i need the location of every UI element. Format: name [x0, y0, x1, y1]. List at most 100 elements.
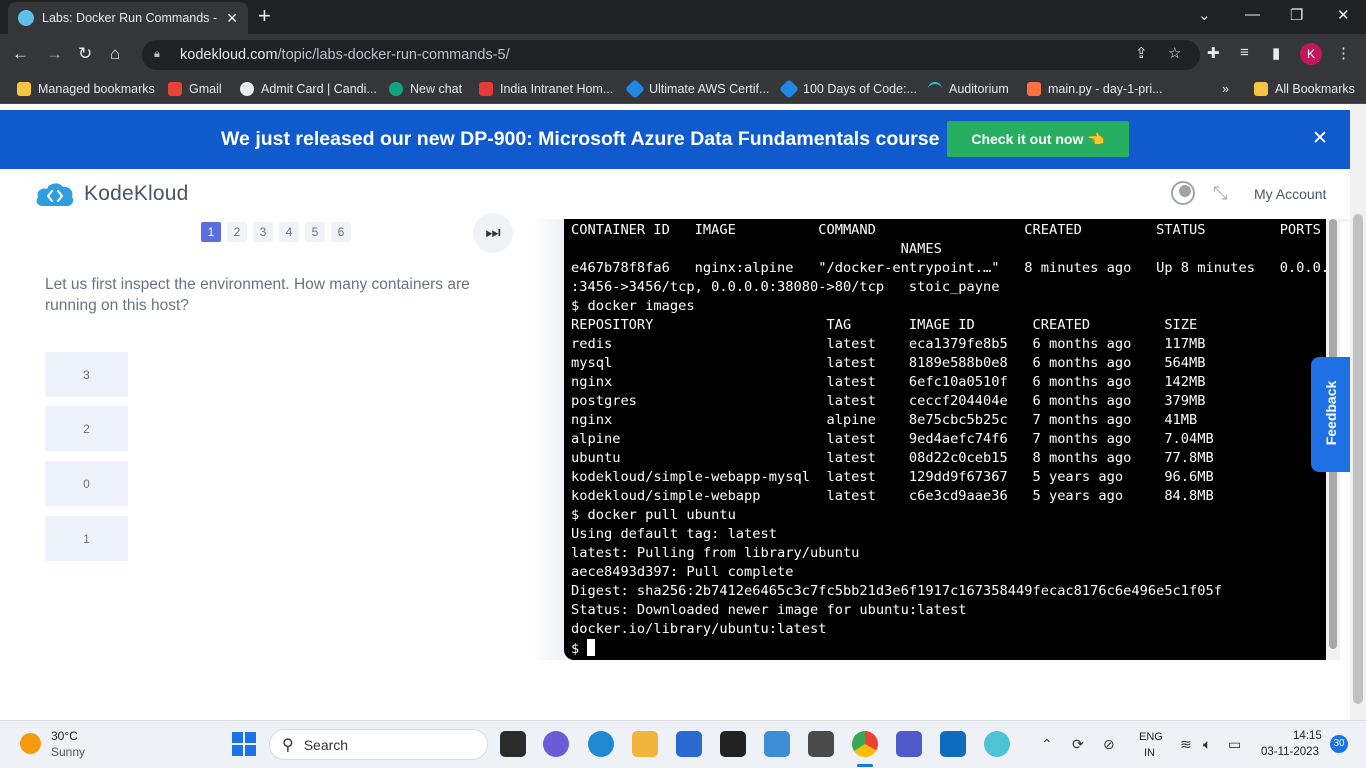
question-page-1[interactable]: 1 — [201, 222, 221, 242]
bookmark-main-py[interactable]: main.py - day-1-pri... — [1027, 82, 1163, 96]
terminal-line: $ docker pull ubuntu — [571, 507, 736, 523]
my-account-link[interactable]: My Account — [1254, 186, 1326, 202]
close-window-button[interactable]: ✕ — [1337, 6, 1350, 24]
bookmark-india-intranet[interactable]: India Intranet Hom... — [479, 82, 613, 96]
bookmark-auditorium[interactable]: Auditorium — [928, 82, 1009, 96]
question-page-2[interactable]: 2 — [227, 222, 247, 242]
promo-banner: We just released our new DP-900: Microso… — [0, 110, 1350, 169]
clock-time[interactable]: 14:15 — [1293, 730, 1322, 742]
maximize-button[interactable]: ❐ — [1290, 6, 1303, 24]
bookmark-label: Ultimate AWS Certif... — [649, 82, 770, 96]
language-indicator[interactable]: ENG — [1139, 731, 1163, 743]
question-page-4[interactable]: 4 — [279, 222, 299, 242]
back-icon[interactable]: ← — [12, 44, 29, 64]
question-page-3[interactable]: 3 — [253, 222, 273, 242]
feedback-label: Feedback — [1323, 380, 1339, 446]
network-off-icon[interactable]: ⊘ — [1103, 736, 1115, 753]
tab-search-icon[interactable]: ⌄ — [1198, 6, 1211, 24]
notification-badge[interactable]: 30 — [1330, 735, 1348, 753]
sync-icon[interactable]: ⟳ — [1072, 736, 1084, 753]
forward-icon[interactable]: → — [46, 44, 63, 64]
battery-icon[interactable]: ▭ — [1228, 736, 1241, 753]
bookmark-aws-cert[interactable]: Ultimate AWS Certif... — [625, 79, 770, 99]
volume-icon[interactable]: 🔈︎ — [1203, 736, 1211, 753]
page-scrollbar[interactable] — [1350, 104, 1366, 720]
dark-mode-toggle-icon[interactable] — [1171, 181, 1195, 205]
check-it-out-button[interactable]: Check it out now 👈 — [947, 121, 1129, 157]
feedback-button[interactable]: Feedback — [1311, 357, 1350, 472]
edge-icon[interactable] — [588, 731, 614, 757]
bookmark-gmail[interactable]: Gmail — [168, 82, 222, 96]
profile-avatar[interactable]: K — [1300, 43, 1322, 65]
taskbar-search[interactable]: ⚲ Search — [269, 729, 488, 760]
bookmark-admit-card[interactable]: Admit Card | Candi... — [240, 82, 377, 96]
kodekloud-logo-text[interactable]: KodeKloud — [84, 182, 189, 206]
terminal-lines: CONTAINER ID IMAGE COMMAND CREATED STATU… — [571, 221, 1326, 639]
site-info-icon[interactable]: 🔒︎ — [154, 48, 166, 62]
terminal-prompt-line[interactable]: $ — [571, 639, 1326, 659]
page-scroll-thumb[interactable] — [1353, 214, 1363, 704]
bookmark-star-icon[interactable]: ☆ — [1168, 44, 1181, 62]
skip-question-icon[interactable]: ⏭ — [473, 213, 513, 253]
chrome-icon[interactable] — [852, 731, 878, 757]
close-banner-icon[interactable]: ✕ — [1312, 127, 1328, 150]
new-tab-button[interactable]: + — [258, 4, 271, 28]
terminal-cursor — [587, 639, 596, 656]
globe-icon — [240, 82, 254, 96]
folder-icon — [1254, 82, 1268, 96]
meet-chat-icon[interactable] — [543, 731, 569, 757]
browser-tab[interactable]: Labs: Docker Run Commands - K ✕ — [8, 2, 248, 34]
question-page-5[interactable]: 5 — [305, 222, 325, 242]
terminal-line: Using default tag: latest — [571, 526, 778, 542]
notepad-icon[interactable] — [764, 731, 790, 757]
question-page-6[interactable]: 6 — [331, 222, 351, 242]
terminal-app-icon[interactable] — [720, 731, 746, 757]
teams-icon[interactable] — [896, 731, 922, 757]
microsoft-store-icon[interactable] — [676, 731, 702, 757]
menu-kebab-icon[interactable]: ⋮ — [1336, 44, 1351, 62]
clock-date[interactable]: 03-11-2023 — [1261, 746, 1319, 758]
answer-option[interactable]: 2 — [45, 406, 128, 451]
bookmark-all[interactable]: All Bookmarks — [1254, 82, 1355, 96]
terminal-line: $ docker images — [571, 298, 695, 314]
pane-divider — [533, 219, 565, 660]
collapse-icon[interactable]: ⤡ — [1213, 183, 1227, 204]
kodekloud-logo-icon[interactable] — [35, 180, 75, 208]
task-view-icon[interactable] — [500, 731, 526, 757]
reload-icon[interactable]: ↻ — [78, 44, 92, 64]
sun-icon[interactable] — [20, 733, 41, 754]
weather-temperature[interactable]: 30°C — [51, 729, 78, 743]
copilot-icon[interactable] — [984, 731, 1010, 757]
bookmarks-bar: Managed bookmarks Gmail Admit Card | Can… — [0, 76, 1366, 104]
close-tab-icon[interactable]: ✕ — [226, 10, 238, 27]
more-bookmarks-button[interactable]: » — [1222, 82, 1229, 96]
answer-option[interactable]: 3 — [45, 352, 128, 397]
terminal-line: NAMES — [571, 241, 942, 257]
outlook-icon[interactable] — [940, 731, 966, 757]
share-icon[interactable]: ⇪ — [1135, 44, 1148, 62]
intranet-icon — [479, 82, 493, 96]
extensions-icon[interactable]: ✚ — [1207, 44, 1220, 62]
weather-condition[interactable]: Sunny — [51, 745, 85, 759]
home-icon[interactable]: ⌂ — [110, 44, 120, 64]
calculator-icon[interactable] — [808, 731, 834, 757]
terminal[interactable]: CONTAINER ID IMAGE COMMAND CREATED STATU… — [564, 219, 1326, 660]
bookmark-100-days[interactable]: 100 Days of Code:... — [779, 79, 917, 99]
bookmark-managed[interactable]: Managed bookmarks — [17, 82, 155, 96]
side-panel-icon[interactable]: ▮ — [1272, 44, 1280, 62]
show-hidden-icons-icon[interactable]: ⌃ — [1041, 736, 1053, 753]
promo-banner-text: We just released our new DP-900: Microso… — [221, 128, 940, 150]
minimize-button[interactable]: — — [1245, 6, 1260, 23]
answer-option[interactable]: 0 — [45, 461, 128, 506]
terminal-line: Digest: sha256:2b7412e6465c3c7fc5bb21d3e… — [571, 583, 1223, 599]
answer-option[interactable]: 1 — [45, 516, 128, 561]
search-icon: ⚲ — [282, 736, 294, 754]
media-control-icon[interactable]: ≡ — [1240, 44, 1249, 61]
wifi-icon[interactable]: ≋ — [1180, 736, 1192, 753]
language-region[interactable]: IN — [1144, 747, 1155, 759]
windows-start-icon[interactable] — [232, 732, 256, 756]
address-bar[interactable]: 🔒︎ kodekloud.com/topic/labs-docker-run-c… — [142, 40, 1200, 70]
browser-toolbar: ← → ↻ ⌂ 🔒︎ kodekloud.com/topic/labs-dock… — [0, 34, 1366, 76]
file-explorer-icon[interactable] — [632, 731, 658, 757]
bookmark-new-chat[interactable]: New chat — [389, 82, 462, 96]
